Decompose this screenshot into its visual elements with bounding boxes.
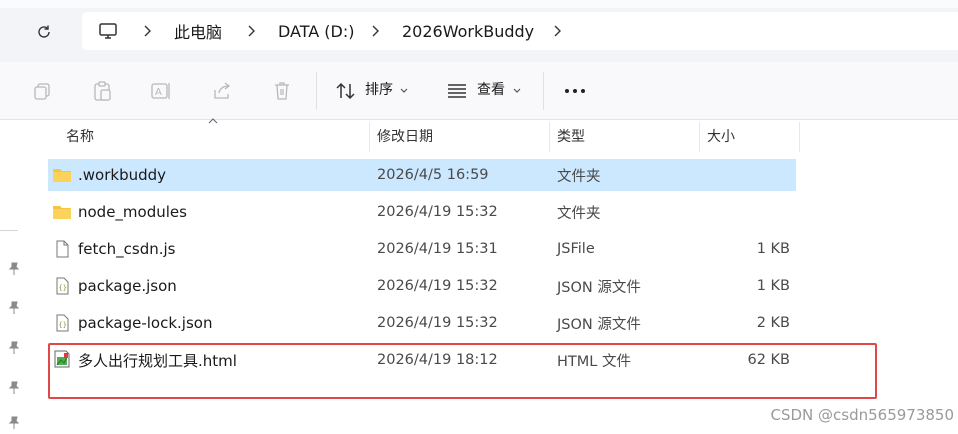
view-icon[interactable]	[444, 78, 470, 104]
column-header-name[interactable]: 名称	[66, 120, 94, 152]
chevron-right-icon[interactable]	[552, 12, 562, 50]
file-size: 1 KB	[756, 278, 790, 294]
folder-icon	[53, 169, 71, 182]
file-type: 文件夹	[557, 205, 601, 222]
sort-icon[interactable]	[333, 78, 359, 104]
file-icon	[56, 240, 69, 258]
file-size: 2 KB	[756, 315, 790, 331]
command-bar: A 排序 查看	[0, 62, 958, 120]
share-button[interactable]	[209, 78, 235, 104]
breadcrumb-item[interactable]: 2026WorkBuddy	[402, 12, 534, 50]
chevron-down-icon[interactable]	[510, 78, 524, 104]
breadcrumb-item[interactable]: 此电脑	[174, 12, 222, 50]
json-file-icon: {}	[56, 314, 69, 332]
file-explorer-window: 此电脑 DATA (D:) 2026WorkBuddy A 排序 查看 名称 修…	[0, 0, 958, 434]
chevron-right-icon[interactable]	[246, 12, 256, 50]
svg-text:{}: {}	[59, 321, 67, 329]
column-header-type[interactable]: 类型	[557, 120, 585, 152]
column-header-modified[interactable]: 修改日期	[377, 120, 433, 152]
file-name: package-lock.json	[78, 314, 213, 332]
file-modified: 2026/4/19 15:32	[377, 315, 498, 331]
address-bar[interactable]: 此电脑 DATA (D:) 2026WorkBuddy	[82, 12, 958, 50]
nav-divider	[0, 230, 18, 231]
file-type: JSFile	[557, 241, 595, 257]
file-size: 1 KB	[756, 241, 790, 257]
file-modified: 2026/4/19 15:32	[377, 204, 498, 220]
breadcrumb-item[interactable]: DATA (D:)	[278, 12, 355, 50]
rename-icon: A	[151, 83, 170, 99]
column-divider[interactable]	[799, 122, 800, 152]
file-type: 文件夹	[557, 168, 601, 185]
column-divider[interactable]	[369, 122, 370, 152]
file-name: package.json	[78, 277, 177, 295]
chevron-down-icon[interactable]	[397, 78, 411, 104]
copy-button[interactable]	[29, 78, 55, 104]
column-divider[interactable]	[699, 122, 700, 152]
share-icon	[214, 82, 231, 99]
highlight-annotation	[48, 343, 877, 399]
file-row[interactable]: .workbuddy 2026/4/5 16:59 文件夹	[48, 159, 796, 191]
watermark: CSDN @csdn565973850	[770, 406, 954, 424]
file-modified: 2026/4/19 15:31	[377, 241, 498, 257]
view-button[interactable]: 查看	[477, 79, 505, 99]
svg-text:{}: {}	[59, 284, 67, 292]
file-name: .workbuddy	[78, 166, 167, 184]
delete-button[interactable]	[269, 78, 295, 104]
toolbar-divider	[543, 72, 544, 110]
navigation-pane[interactable]	[0, 120, 36, 434]
file-name: node_modules	[78, 203, 187, 221]
file-row[interactable]: {} package.json 2026/4/19 15:32 JSON 源文件…	[48, 270, 796, 302]
copy-icon	[34, 83, 50, 100]
pin-icon	[8, 341, 20, 354]
pin-icon	[8, 262, 20, 275]
chevron-right-icon[interactable]	[370, 12, 380, 50]
file-modified: 2026/4/19 15:32	[377, 278, 498, 294]
pin-icon	[8, 416, 20, 429]
more-icon	[565, 89, 585, 93]
more-options-button[interactable]	[561, 78, 589, 104]
paste-button[interactable]	[89, 78, 115, 104]
svg-text:A: A	[155, 87, 162, 98]
sort-button[interactable]: 排序	[365, 79, 393, 99]
toolbar-divider	[316, 72, 317, 110]
file-row[interactable]: node_modules 2026/4/19 15:32 文件夹	[48, 196, 796, 228]
file-type: JSON 源文件	[557, 316, 641, 333]
file-row[interactable]: fetch_csdn.js 2026/4/19 15:31 JSFile 1 K…	[48, 233, 796, 265]
refresh-button[interactable]	[30, 18, 58, 46]
folder-icon	[53, 206, 71, 219]
column-header-size[interactable]: 大小	[707, 120, 735, 152]
column-divider[interactable]	[549, 122, 550, 152]
sort-ascending-icon	[208, 118, 218, 124]
json-file-icon: {}	[56, 277, 69, 295]
address-bar-row: 此电脑 DATA (D:) 2026WorkBuddy	[0, 0, 958, 62]
refresh-icon	[38, 25, 50, 38]
rename-button[interactable]: A	[148, 78, 174, 104]
paste-icon	[94, 81, 111, 101]
pin-icon	[8, 301, 20, 314]
computer-icon[interactable]	[98, 12, 118, 50]
file-type: JSON 源文件	[557, 279, 641, 296]
file-row[interactable]: {} package-lock.json 2026/4/19 15:32 JSO…	[48, 307, 796, 339]
file-modified: 2026/4/5 16:59	[377, 167, 489, 183]
file-name: fetch_csdn.js	[78, 240, 176, 258]
trash-icon	[275, 82, 289, 100]
chevron-right-icon[interactable]	[142, 12, 152, 50]
pin-icon	[8, 381, 20, 394]
